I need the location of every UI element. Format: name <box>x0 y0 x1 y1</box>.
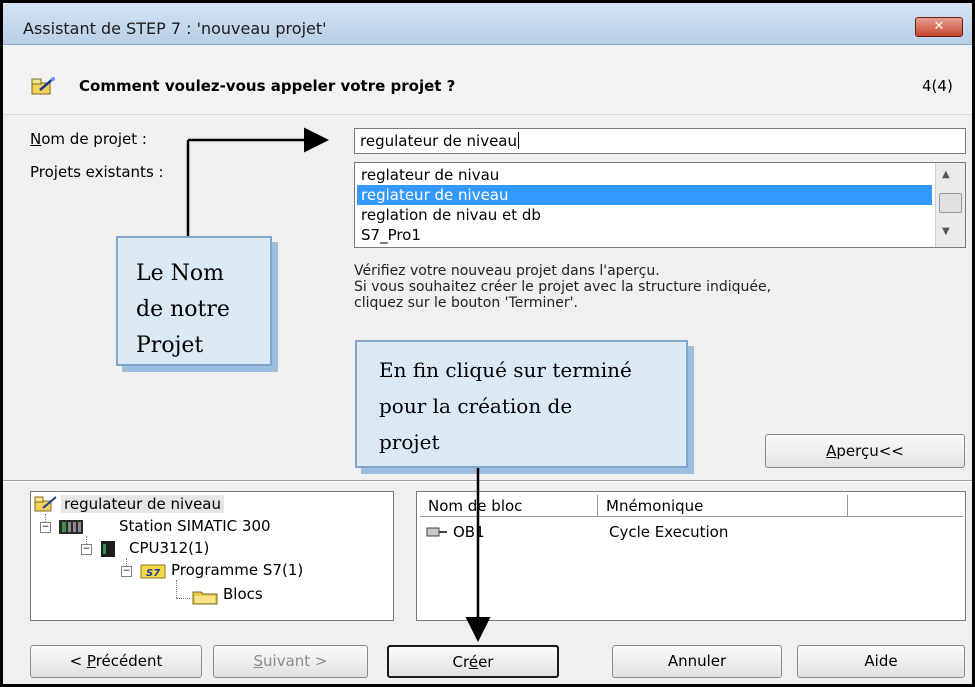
existing-projects-list[interactable]: reglateur de nivau reglateur de niveau r… <box>354 162 966 248</box>
tree-connector <box>176 598 190 599</box>
column-header-mnemonic[interactable]: Mnémonique <box>598 495 848 517</box>
tree-connector <box>176 580 177 598</box>
callout-finish: En fin cliqué sur terminé pour la créati… <box>355 340 688 468</box>
list-item[interactable]: S7_Pro1 <box>357 225 932 245</box>
blocks-table[interactable]: Nom de bloc Mnémonique OB1 Cycle Executi… <box>416 491 966 621</box>
project-name-label: Nom de projet : <box>30 130 147 148</box>
title-bar[interactable]: Assistant de STEP 7 : 'nouveau projet' ✕ <box>3 3 972 45</box>
mnemonic-n: N <box>30 130 42 148</box>
svg-text:S7: S7 <box>146 568 160 579</box>
create-prefix: Cr <box>452 653 469 671</box>
list-item[interactable]: reglateur de nivau <box>357 165 932 185</box>
list-scrollbar[interactable]: ▲ ▼ <box>935 163 965 247</box>
callout-line: Projet <box>136 333 204 358</box>
list-item[interactable]: reglation de nivau et db <box>357 205 932 225</box>
folder-icon <box>192 591 218 605</box>
scroll-down-icon[interactable]: ▼ <box>942 226 950 237</box>
tree-item-program[interactable]: Programme S7(1) <box>171 561 303 579</box>
mnemonic-p: P <box>86 652 96 670</box>
list-item-selected[interactable]: reglateur de niveau <box>357 185 932 205</box>
callout-line: Le Nom <box>136 261 224 286</box>
column-header-block-name[interactable]: Nom de bloc <box>420 495 598 517</box>
wizard-wand-icon <box>31 77 55 95</box>
create-label: er <box>478 653 494 671</box>
previous-button[interactable]: < Précédent <box>30 645 202 678</box>
tree-item-station[interactable]: Station SIMATIC 300 <box>119 517 271 535</box>
next-label: uivant > <box>263 652 328 670</box>
block-icon <box>426 527 447 537</box>
info-line: cliquez sur le bouton 'Terminer'. <box>354 295 578 311</box>
wizard-question: Comment voulez-vous appeler votre projet… <box>79 77 456 95</box>
preview-button-label: perçu<< <box>836 442 904 460</box>
project-name-input[interactable]: regulateur de niveau <box>354 128 966 154</box>
block-mnemonic-cell[interactable]: Cycle Execution <box>609 523 728 541</box>
mnemonic-s: S <box>253 652 264 670</box>
collapse-icon[interactable]: − <box>40 522 51 533</box>
callout-line: pour la création de <box>379 394 573 418</box>
s7-program-icon: S7 <box>140 564 166 579</box>
help-button[interactable]: Aide <box>797 645 965 678</box>
collapse-icon[interactable]: − <box>121 566 132 577</box>
project-tree[interactable]: regulateur de niveau − Station SIMATIC 3… <box>30 491 394 621</box>
scroll-up-icon[interactable]: ▲ <box>942 169 950 180</box>
close-button[interactable]: ✕ <box>915 17 963 37</box>
collapse-icon[interactable]: − <box>81 544 92 555</box>
tree-item-cpu[interactable]: CPU312(1) <box>129 539 209 557</box>
window-title: Assistant de STEP 7 : 'nouveau projet' <box>23 19 327 38</box>
info-line: Vérifiez votre nouveau projet dans l'ape… <box>354 263 660 279</box>
create-button[interactable]: Créer <box>387 645 559 678</box>
info-line: Si vous souhaitez créer le projet avec l… <box>354 279 772 295</box>
mnemonic-e: é <box>468 653 479 671</box>
block-name-cell[interactable]: OB1 <box>453 523 485 541</box>
text-caret <box>518 132 520 149</box>
existing-projects-label: Projets existants : <box>30 163 164 181</box>
callout-line: En fin cliqué sur terminé <box>379 358 632 382</box>
step-indicator: 4(4) <box>922 77 953 95</box>
project-name-value: regulateur de niveau <box>360 132 518 150</box>
previous-label: récédent <box>95 652 163 670</box>
info-text: Vérifiez votre nouveau projet dans l'ape… <box>354 263 966 311</box>
project-name-label-text: om de projet : <box>41 130 147 148</box>
tree-item-project[interactable]: regulateur de niveau <box>61 495 225 513</box>
callout-line: de notre <box>136 297 230 322</box>
scroll-thumb[interactable] <box>939 193 962 213</box>
cancel-button[interactable]: Annuler <box>612 645 782 678</box>
column-header-empty <box>848 495 963 517</box>
mnemonic-a: A <box>826 442 837 460</box>
project-icon <box>34 496 57 512</box>
callout-line: projet <box>379 430 440 454</box>
simatic-station-icon <box>59 520 83 534</box>
callout-project-name: Le Nom de notre Projet <box>116 236 272 366</box>
separator <box>3 480 972 482</box>
previous-prefix: < <box>69 652 87 670</box>
preview-button[interactable]: Aperçu<< <box>765 434 965 468</box>
cpu-icon <box>101 541 115 557</box>
next-button[interactable]: Suivant > <box>213 645 368 678</box>
tree-item-blocks[interactable]: Blocs <box>223 585 263 603</box>
